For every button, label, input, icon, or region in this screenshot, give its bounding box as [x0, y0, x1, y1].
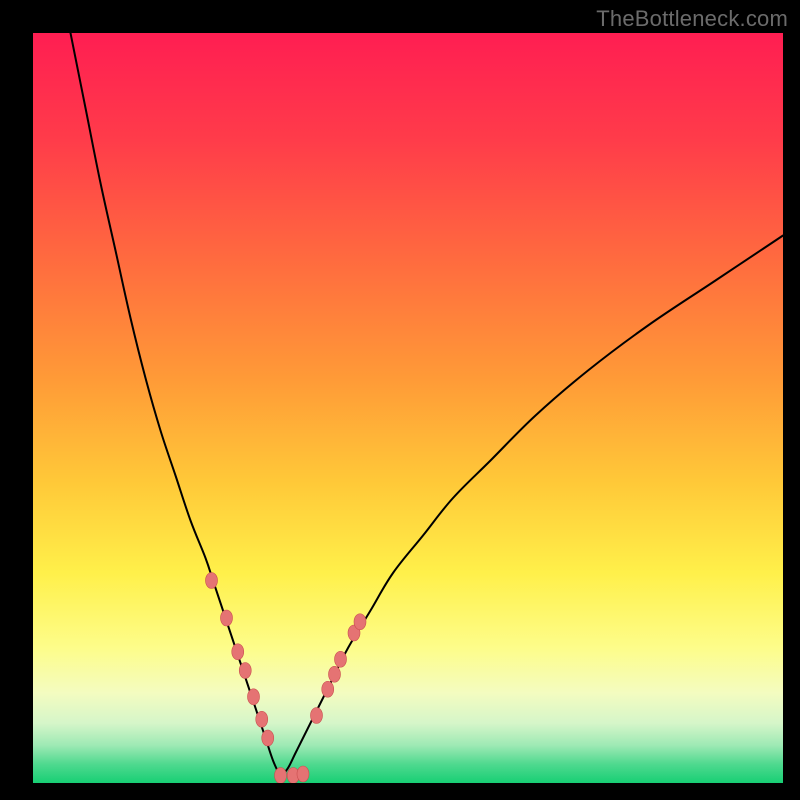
- data-marker: [248, 689, 260, 705]
- data-marker: [221, 610, 233, 626]
- data-marker: [206, 573, 218, 589]
- data-marker: [275, 768, 287, 784]
- marker-layer: [33, 33, 783, 783]
- data-marker: [354, 614, 366, 630]
- data-marker: [232, 644, 244, 660]
- data-marker: [311, 708, 323, 724]
- data-marker: [262, 730, 274, 746]
- data-marker: [329, 666, 341, 682]
- data-marker: [297, 766, 309, 782]
- watermark-text: TheBottleneck.com: [596, 6, 788, 32]
- plot-area: [33, 33, 783, 783]
- chart-frame: TheBottleneck.com: [0, 0, 800, 800]
- data-marker: [239, 663, 251, 679]
- data-marker: [335, 651, 347, 667]
- data-marker: [322, 681, 334, 697]
- data-marker: [256, 711, 268, 727]
